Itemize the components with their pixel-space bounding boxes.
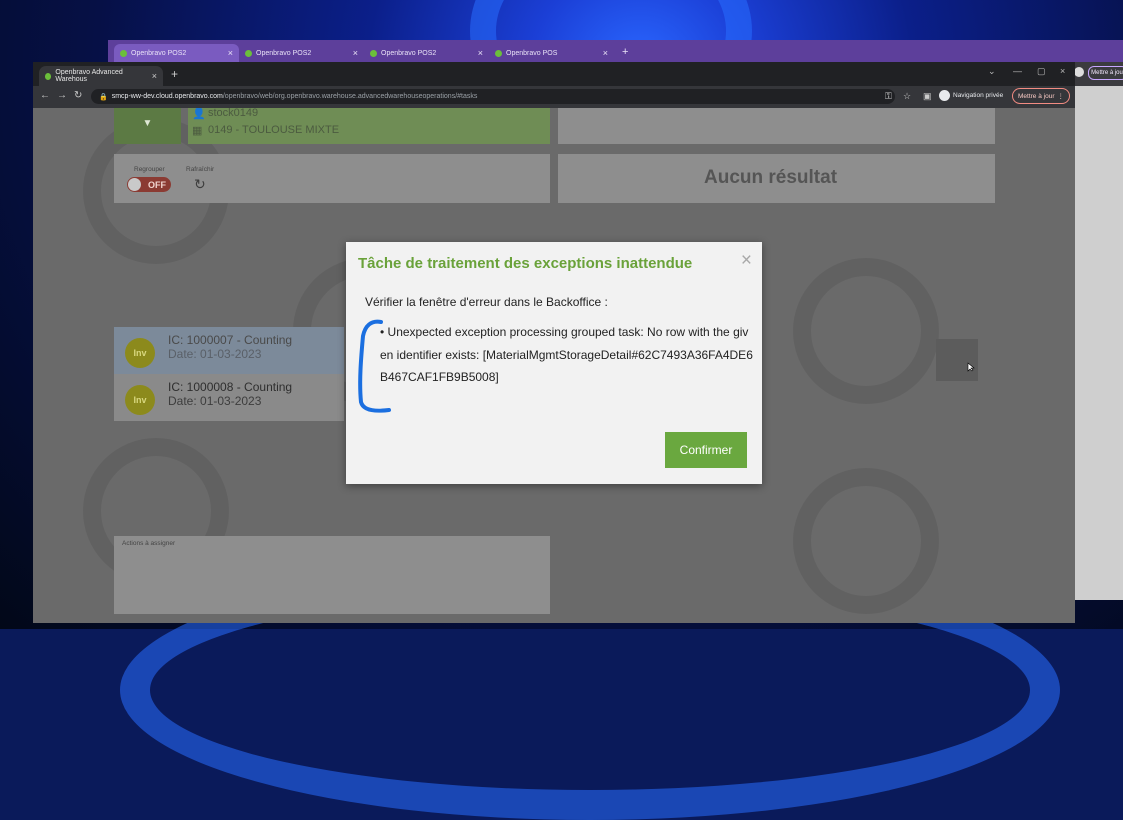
openbravo-favicon-icon (245, 49, 252, 57)
inventory-badge: Inv (125, 338, 155, 368)
refresh-label: Rafraîchir (186, 166, 215, 173)
close-tab-icon[interactable]: × (353, 48, 358, 58)
profile-avatar[interactable] (1074, 67, 1084, 77)
forward-arrow-icon[interactable]: → (57, 90, 67, 101)
browser-toolbar: ← → ↻ 🔒 smcp-ww-dev.cloud.openbravo.com /… (33, 86, 1075, 108)
task-title: IC: 1000007 - Counting (168, 333, 293, 347)
task-title: IC: 1000008 - Counting (168, 380, 293, 394)
close-tab-icon[interactable]: × (152, 71, 157, 81)
new-tab-icon[interactable]: + (622, 46, 628, 58)
user-icon: 👤 (192, 108, 206, 120)
openbravo-favicon-icon (120, 49, 127, 57)
star-icon[interactable]: ☆ (903, 91, 911, 102)
back-tab-label: Openbravo POS (506, 49, 558, 57)
sidebar-icon[interactable]: ▣ (923, 91, 932, 102)
warehouse-icon: ▦ (192, 125, 203, 137)
back-tab[interactable]: Openbravo POS2 × (239, 44, 364, 62)
back-tab-bar: Openbravo POS2 × Openbravo POS2 × Openbr… (108, 40, 1123, 62)
update-button[interactable]: Mettre à jour ⋮ (1012, 88, 1070, 104)
tab-title: Openbravo Advanced Warehous (55, 69, 123, 83)
actions-label: Actions à assigner (122, 540, 176, 547)
caret-down-icon: ▼ (142, 118, 153, 129)
toggle-knob (128, 178, 141, 191)
user-name: stock0149 (208, 108, 259, 119)
inventory-badge: Inv (125, 385, 155, 415)
more-vertical-icon: ⋮ (1057, 93, 1065, 100)
collapse-button[interactable]: ▼ (114, 108, 181, 144)
back-tab[interactable]: Openbravo POS2 × (114, 44, 239, 62)
confirm-button[interactable]: Confirmer (665, 432, 747, 468)
close-icon[interactable]: × (741, 250, 752, 272)
error-message: • Unexpected exception processing groupe… (380, 325, 753, 385)
error-dialog: Tâche de traitement des exceptions inatt… (346, 242, 762, 484)
top-right-panel (558, 108, 995, 144)
side-handle[interactable] (936, 339, 978, 381)
url-host: smcp-ww-dev.cloud.openbravo.com (111, 93, 223, 100)
url-path: /openbravo/web/org.openbravo.warehouse.a… (222, 93, 478, 100)
controls-panel: Regrouper OFF Rafraîchir ↻ (114, 154, 550, 203)
user-info-panel: 👤 stock0149 ▦ 0149 - TOULOUSE MIXTE (188, 108, 550, 144)
warehouse-name: 0149 - TOULOUSE MIXTE (208, 124, 340, 136)
maximize-icon[interactable]: ▢ (1037, 66, 1046, 77)
private-browsing-indicator[interactable]: Navigation privée (939, 90, 1003, 101)
chevron-down-icon[interactable]: ⌄ (988, 66, 996, 77)
openbravo-favicon-icon (370, 49, 377, 57)
lock-icon: 🔒 (99, 93, 108, 101)
background-logo (793, 258, 939, 404)
regroup-toggle[interactable]: OFF (127, 177, 171, 192)
actions-panel: Actions à assigner (114, 536, 550, 614)
dialog-subtitle: Vérifier la fenêtre d'erreur dans le Bac… (365, 295, 608, 309)
no-result-text: Aucun résultat (704, 167, 838, 188)
result-panel: Aucun résultat (558, 154, 995, 203)
annotation-bracket (358, 319, 391, 413)
task-item[interactable]: Inv IC: 1000008 - Counting Date: 01-03-2… (114, 374, 344, 421)
background-logo (793, 468, 939, 614)
back-tab[interactable]: Openbravo POS × (489, 44, 614, 62)
close-window-icon[interactable]: × (1060, 66, 1065, 76)
reload-icon[interactable]: ↻ (74, 90, 82, 101)
toggle-state: OFF (148, 179, 166, 190)
task-date: Date: 01-03-2023 (168, 347, 262, 361)
dialog-title: Tâche de traitement des exceptions inatt… (358, 255, 693, 272)
close-tab-icon[interactable]: × (603, 48, 608, 58)
update-label: Mettre à jour (1018, 92, 1055, 100)
active-tab[interactable]: Openbravo Advanced Warehous × (39, 66, 163, 86)
private-label: Navigation privée (953, 92, 1004, 99)
back-tab-label: Openbravo POS2 (256, 49, 312, 57)
back-tab-label: Openbravo POS2 (381, 49, 437, 57)
minimize-icon[interactable]: — (1013, 66, 1022, 76)
refresh-icon[interactable]: ↻ (194, 176, 206, 193)
task-item[interactable]: Inv IC: 1000007 - Counting Date: 01-03-2… (114, 327, 344, 374)
new-tab-icon[interactable]: + (171, 67, 178, 81)
task-date: Date: 01-03-2023 (168, 394, 262, 408)
back-update-button[interactable]: Mettre à jour (1088, 66, 1123, 80)
mouse-cursor-icon (967, 362, 975, 372)
openbravo-favicon-icon (45, 72, 52, 80)
close-tab-icon[interactable]: × (228, 48, 233, 58)
back-tab[interactable]: Openbravo POS2 × (364, 44, 489, 62)
back-tab-label: Openbravo POS2 (131, 49, 187, 57)
back-arrow-icon[interactable]: ← (40, 90, 50, 101)
openbravo-favicon-icon (495, 49, 502, 57)
key-icon[interactable]: ⚿ (885, 91, 892, 102)
back-window-content (1074, 86, 1123, 600)
address-bar[interactable]: 🔒 smcp-ww-dev.cloud.openbravo.com/openbr… (91, 89, 895, 104)
tab-bar: Openbravo Advanced Warehous × + ⌄ — ▢ × (33, 62, 1075, 86)
regroup-label: Regrouper (134, 166, 165, 173)
close-tab-icon[interactable]: × (478, 48, 483, 58)
incognito-icon (939, 90, 950, 101)
